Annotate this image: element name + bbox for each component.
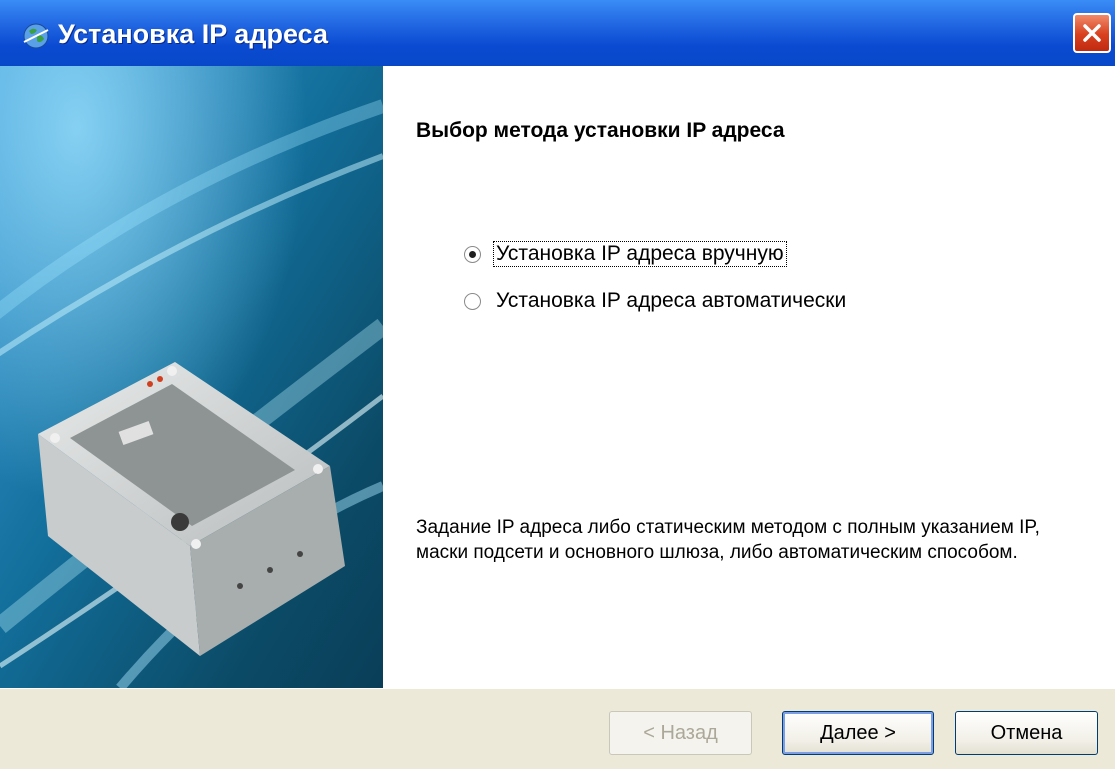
- next-button[interactable]: Далее >: [782, 711, 934, 755]
- wizard-side-image: [0, 66, 383, 688]
- title-bar[interactable]: Установка IP адреса: [0, 0, 1115, 66]
- radio-automatic-label[interactable]: Установка IP адреса автоматически: [494, 289, 848, 313]
- window-title: Установка IP адреса: [58, 19, 328, 49]
- close-button[interactable]: [1073, 13, 1111, 53]
- wizard-footer: < Назад Далее > Отмена: [0, 688, 1115, 769]
- radio-automatic[interactable]: Установка IP адреса автоматически: [464, 288, 848, 314]
- option-description: Задание IP адреса либо статическим метод…: [416, 517, 1040, 563]
- radio-button-automatic[interactable]: [464, 292, 481, 310]
- globe-icon: [23, 23, 49, 49]
- cancel-button[interactable]: Отмена: [955, 711, 1098, 755]
- radio-button-manual[interactable]: [464, 245, 481, 263]
- radio-manual-label[interactable]: Установка IP адреса вручную: [493, 241, 787, 267]
- radio-manual[interactable]: Установка IP адреса вручную: [464, 241, 787, 267]
- wizard-window: Установка IP адреса Выбор метода установ…: [0, 0, 1115, 769]
- wizard-content: Выбор метода установки IP адреса Установ…: [383, 66, 1115, 688]
- back-button[interactable]: < Назад: [609, 711, 752, 755]
- status-led: [171, 513, 189, 531]
- device-illustration: [0, 66, 383, 688]
- close-icon: [1083, 24, 1101, 42]
- page-heading: Выбор метода установки IP адреса: [416, 119, 785, 142]
